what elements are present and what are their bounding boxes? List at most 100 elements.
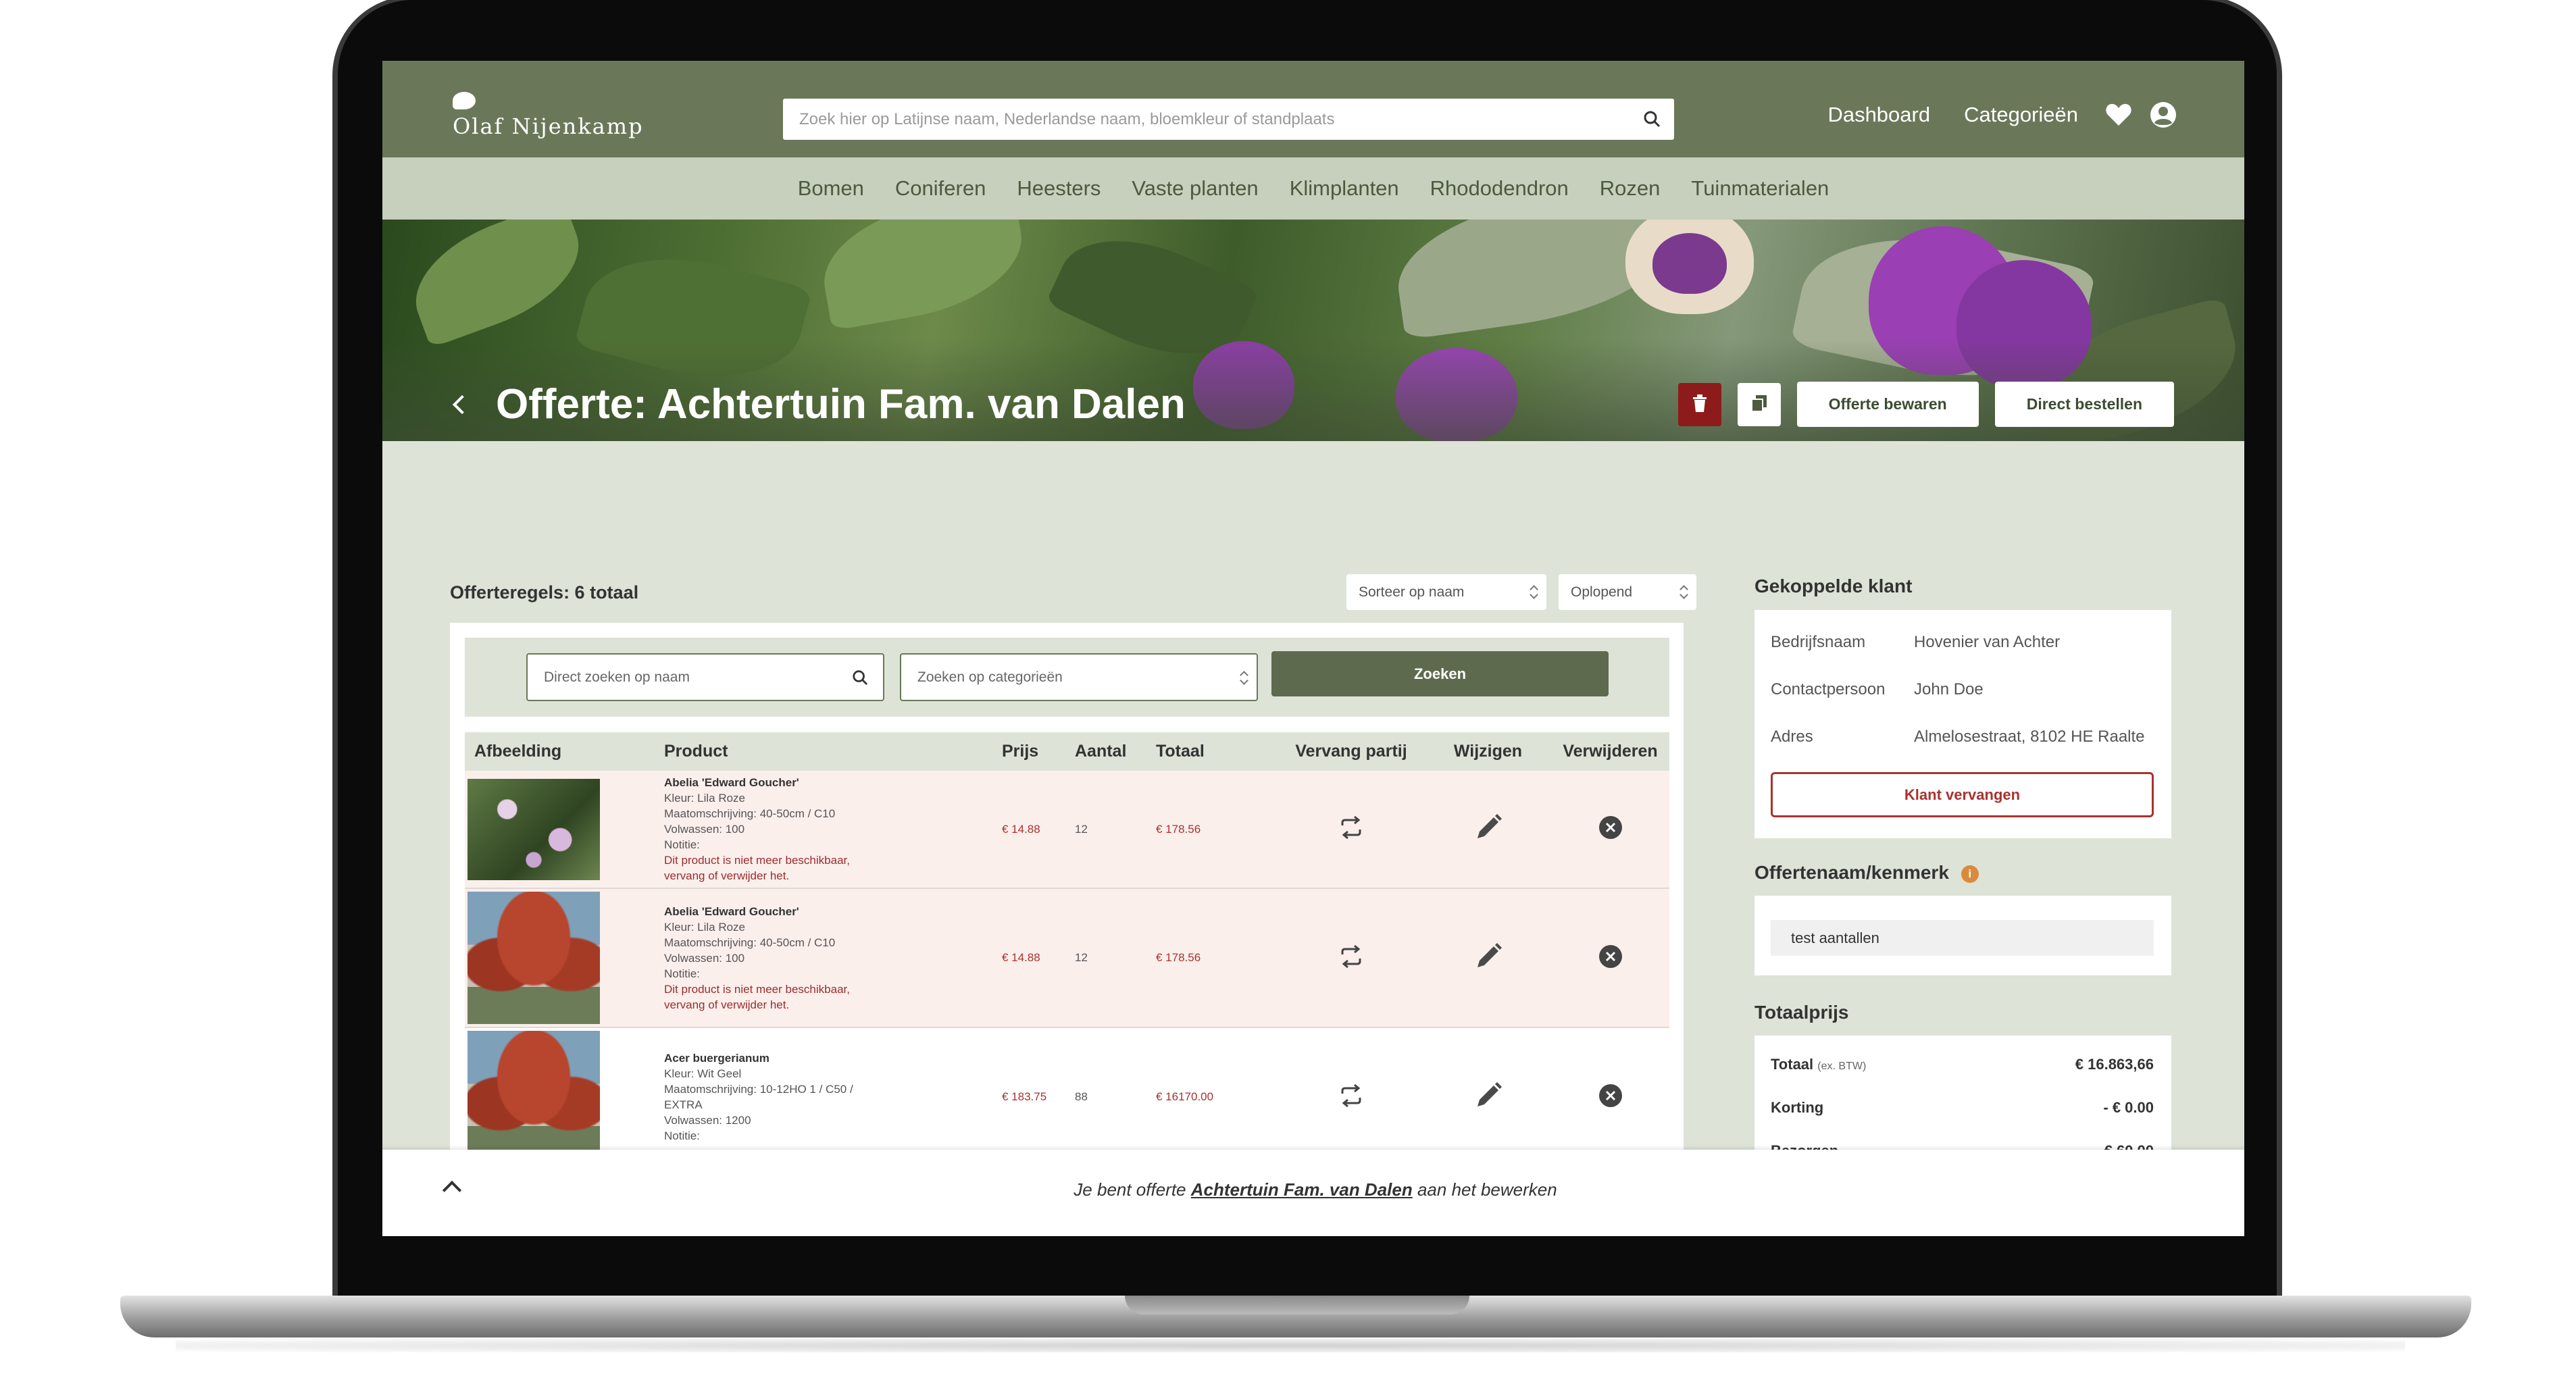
logo[interactable]: Olaf Nijenkamp [453, 92, 644, 139]
hero-flower [1652, 233, 1727, 294]
back-icon[interactable] [452, 394, 472, 414]
pencil-icon[interactable] [1473, 1081, 1503, 1113]
swap-cell [1278, 1027, 1425, 1167]
editing-message: Je bent offerte Achtertuin Fam. van Dale… [382, 1179, 2244, 1200]
page-title: Offerte: Achtertuin Fam. van Dalen [450, 380, 1186, 428]
category-search-value: Zoeken op categorieën [917, 669, 1063, 685]
laptop-notch [1125, 1296, 1469, 1315]
reference-heading-text: Offertenaam/kenmerk [1754, 862, 1949, 883]
product-image[interactable] [468, 892, 600, 1024]
table-row: Abelia 'Edward Goucher' Kleur: Lila Roze… [465, 888, 1669, 1028]
editing-prefix: Je bent offerte [1074, 1179, 1186, 1200]
name-search-input[interactable]: Direct zoeken op naam [526, 653, 884, 701]
total-cell: € 178.56 [1156, 888, 1278, 1028]
product-name[interactable]: Acer buergerianum [664, 1050, 1002, 1066]
swap-icon[interactable] [1338, 1083, 1364, 1110]
info-icon[interactable]: i [1961, 865, 1979, 883]
screen: Olaf Nijenkamp Dashboard Categorieën Bom… [382, 61, 2244, 1236]
edit-cell [1425, 888, 1551, 1028]
product-detail: Volwassen: 100 [664, 823, 745, 836]
nav-dashboard[interactable]: Dashboard [1827, 103, 1930, 127]
total-row: Totaal (ex. BTW) € 16.863,66 [1771, 1056, 2154, 1073]
offer-lines-count: Offerteregels: 6 totaal [450, 582, 639, 603]
customer-heading: Gekoppelde klant [1754, 576, 1913, 596]
product-detail: EXTRA [664, 1098, 703, 1111]
price-cell: € 183.75 [1002, 1027, 1075, 1167]
remove-icon[interactable] [1598, 944, 1623, 971]
select-arrows-icon [1530, 584, 1537, 601]
category-bomen[interactable]: Bomen [798, 176, 864, 201]
search-icon [852, 669, 868, 690]
table-row: Abelia 'Edward Goucher' Kleur: Lila Roze… [465, 771, 1669, 889]
swap-icon[interactable] [1338, 944, 1364, 971]
swap-cell [1278, 771, 1425, 889]
category-vaste-planten[interactable]: Vaste planten [1132, 176, 1258, 201]
category-search-select[interactable]: Zoeken op categorieën [900, 653, 1258, 701]
remove-cell [1551, 771, 1669, 889]
total-value: € 16.863,66 [2075, 1056, 2154, 1073]
top-nav: Dashboard Categorieën [1794, 101, 2177, 128]
availability-warning: vervang of verwijder het. [664, 998, 790, 1011]
sort-select[interactable]: Sorteer op naam [1346, 574, 1546, 610]
category-rozen[interactable]: Rozen [1600, 176, 1661, 201]
product-name[interactable]: Abelia 'Edward Goucher' [664, 904, 1002, 919]
column-header: Vervang partij [1278, 732, 1425, 771]
swap-icon[interactable] [1338, 815, 1364, 842]
reference-input[interactable] [1771, 920, 2154, 956]
table-row: Acer buergerianum Kleur: Wit Geel Maatom… [465, 1027, 1669, 1167]
offer-lines-panel: Direct zoeken op naam Zoeken op categori… [450, 623, 1684, 1231]
pencil-icon[interactable] [1473, 814, 1503, 845]
offer-title: Offerte: Achtertuin Fam. van Dalen [496, 381, 1186, 428]
column-header: Verwijderen [1551, 732, 1669, 771]
total-note: (ex. BTW) [1817, 1061, 1867, 1072]
replace-customer-button[interactable]: Klant vervangen [1771, 772, 2154, 817]
logo-mark [453, 92, 476, 109]
product-detail: Kleur: Wit Geel [664, 1067, 742, 1080]
remove-icon[interactable] [1598, 816, 1623, 842]
category-klimplanten[interactable]: Klimplanten [1290, 176, 1399, 201]
pencil-icon[interactable] [1473, 942, 1503, 974]
quantity-cell: 88 [1075, 1027, 1156, 1167]
copy-offer-button[interactable] [1737, 382, 1781, 426]
product-image[interactable] [468, 778, 600, 880]
product-image[interactable] [468, 1031, 600, 1163]
product-detail: Maatomschrijving: 40-50cm / C10 [664, 936, 836, 949]
product-name[interactable]: Abelia 'Edward Goucher' [664, 775, 1002, 790]
quantity-cell: 12 [1075, 888, 1156, 1028]
order-now-button[interactable]: Direct bestellen [1994, 382, 2174, 427]
search-button[interactable]: Zoeken [1271, 651, 1609, 696]
product-detail: Volwassen: 100 [664, 951, 745, 965]
search-bar [783, 99, 1674, 140]
category-coniferen[interactable]: Coniferen [895, 176, 986, 201]
search-input[interactable] [783, 99, 1674, 140]
hero-leaf [813, 220, 1032, 331]
hero-banner: Offerte: Achtertuin Fam. van Dalen Offer… [382, 220, 2244, 441]
category-rhododendron[interactable]: Rhododendron [1430, 176, 1569, 201]
name-search-placeholder: Direct zoeken op naam [544, 669, 690, 685]
editing-bar: Je bent offerte Achtertuin Fam. van Dale… [382, 1150, 2244, 1236]
address-label: Adres [1771, 728, 1813, 746]
user-icon[interactable] [2150, 101, 2177, 128]
order-select[interactable]: Oplopend [1559, 574, 1696, 610]
table-header: Afbeelding Product Prijs Aantal Totaal V… [465, 732, 1669, 771]
category-tuinmaterialen[interactable]: Tuinmaterialen [1691, 176, 1829, 201]
edit-cell [1425, 771, 1551, 889]
address-value: Almelosestraat, 8102 HE Raalte [1914, 728, 2145, 746]
offer-actions: Offerte bewaren Direct bestellen [1677, 382, 2174, 427]
quantity-cell: 12 [1075, 771, 1156, 889]
remove-icon[interactable] [1598, 1083, 1623, 1111]
offer-link[interactable]: Achtertuin Fam. van Dalen [1191, 1179, 1413, 1200]
column-header: Totaal [1156, 732, 1278, 771]
remove-cell [1551, 888, 1669, 1028]
category-heesters[interactable]: Heesters [1017, 176, 1101, 201]
reference-card [1754, 896, 2171, 975]
search-icon[interactable] [1643, 110, 1661, 131]
save-offer-button[interactable]: Offerte bewaren [1796, 382, 1979, 427]
delete-offer-button[interactable] [1677, 382, 1721, 426]
product-info: Abelia 'Edward Goucher' Kleur: Lila Roze… [664, 771, 1002, 889]
company-value: Hovenier van Achter [1914, 633, 2061, 651]
product-detail: Maatomschrijving: 10-12HO 1 / C50 / [664, 1083, 853, 1096]
nav-categories[interactable]: Categorieën [1964, 103, 2078, 127]
discount-row: Korting - € 0.00 [1771, 1099, 2154, 1117]
heart-icon[interactable] [2105, 103, 2132, 127]
